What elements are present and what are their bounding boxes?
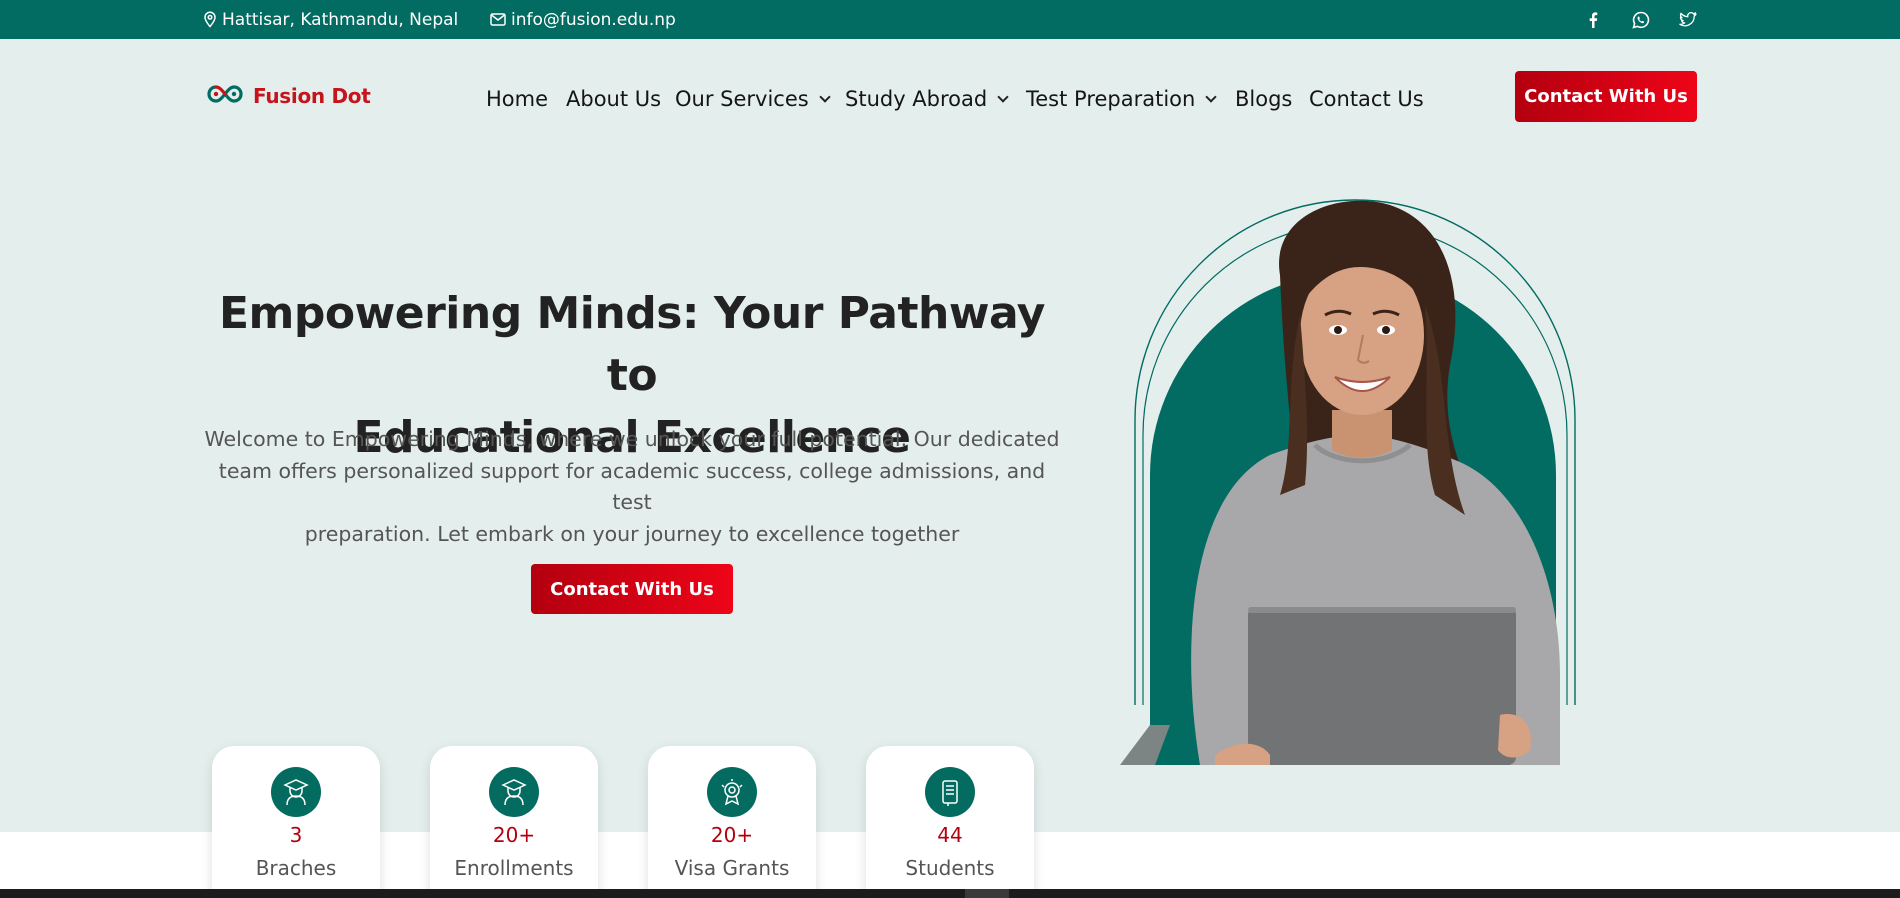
- email-info[interactable]: info@fusion.edu.np: [490, 0, 676, 39]
- stat-value: 20+: [492, 823, 536, 847]
- location-info: Hattisar, Kathmandu, Nepal: [203, 0, 458, 39]
- email-text[interactable]: info@fusion.edu.np: [511, 10, 676, 30]
- hero-student-image: [1120, 195, 1590, 765]
- whatsapp-icon[interactable]: [1628, 0, 1654, 39]
- hero-title-line: Empowering Minds: Your Pathway to: [218, 288, 1046, 401]
- hero-desc-line: team offers personalized support for aca…: [218, 458, 1046, 515]
- location-text: Hattisar, Kathmandu, Nepal: [222, 9, 459, 30]
- stat-value: 44: [937, 823, 963, 847]
- top-info-bar: Hattisar, Kathmandu, Nepal info@fusion.e…: [0, 0, 1900, 39]
- brand-logo[interactable]: Fusion Dot: [205, 83, 371, 109]
- graduate-icon: [271, 767, 321, 817]
- nav-test-preparation[interactable]: Test Preparation: [1026, 83, 1218, 115]
- chevron-down-icon: [997, 90, 1009, 103]
- nav-label: Study Abroad: [845, 87, 988, 111]
- nav-our-services[interactable]: Our Services: [675, 83, 831, 115]
- header-contact-button[interactable]: Contact With Us: [1515, 71, 1697, 122]
- graduate-icon: [489, 767, 539, 817]
- stat-card: 3 Braches: [212, 746, 380, 898]
- nav-label: Home: [486, 87, 549, 111]
- facebook-icon[interactable]: [1580, 0, 1606, 39]
- mail-icon: [490, 13, 506, 26]
- hero-desc-line: preparation. Let embark on your journey …: [304, 521, 960, 546]
- award-icon: [707, 767, 757, 817]
- stat-card: 20+ Enrollments: [430, 746, 598, 898]
- nav-about-us[interactable]: About Us: [566, 83, 661, 115]
- stat-label: Braches: [255, 856, 337, 880]
- laptop: [1248, 607, 1516, 765]
- stat-value: 3: [289, 823, 303, 847]
- stat-value: 20+: [710, 823, 754, 847]
- stat-label: Visa Grants: [674, 856, 790, 880]
- nav-home[interactable]: Home: [486, 83, 548, 115]
- nav-label: Test Preparation: [1026, 87, 1196, 111]
- horizontal-scrollbar[interactable]: [0, 889, 1900, 898]
- location-pin-icon: [203, 11, 217, 28]
- scrollbar-thumb[interactable]: [965, 889, 1009, 898]
- stat-card: 44 Students: [866, 746, 1034, 898]
- nav-contact-us[interactable]: Contact Us: [1309, 83, 1424, 115]
- chevron-down-icon: [819, 90, 831, 103]
- book-icon: [925, 767, 975, 817]
- hero-desc-line: Welcome to Empowering Minds, where we un…: [204, 427, 1060, 451]
- nav-label: Contact Us: [1309, 87, 1424, 111]
- nav-study-abroad[interactable]: Study Abroad: [845, 83, 1009, 115]
- stat-card: 20+ Visa Grants: [648, 746, 816, 898]
- stat-label: Students: [905, 856, 995, 880]
- nav-label: About Us: [566, 87, 662, 111]
- hero-contact-button[interactable]: Contact With Us: [531, 564, 733, 614]
- stat-label: Enrollments: [454, 856, 574, 880]
- brand-name: Fusion Dot: [253, 84, 371, 108]
- twitter-icon[interactable]: [1675, 0, 1701, 39]
- site-header: Fusion Dot Home About Us Our Services St…: [0, 39, 1900, 154]
- chevron-down-icon: [1205, 90, 1218, 103]
- nav-label: Blogs: [1235, 87, 1293, 111]
- nav-label: Our Services: [675, 87, 809, 111]
- hero-description: Welcome to Empowering Minds, where we un…: [200, 424, 1064, 550]
- infinity-logo-icon: [205, 83, 245, 109]
- nav-blogs[interactable]: Blogs: [1235, 83, 1292, 115]
